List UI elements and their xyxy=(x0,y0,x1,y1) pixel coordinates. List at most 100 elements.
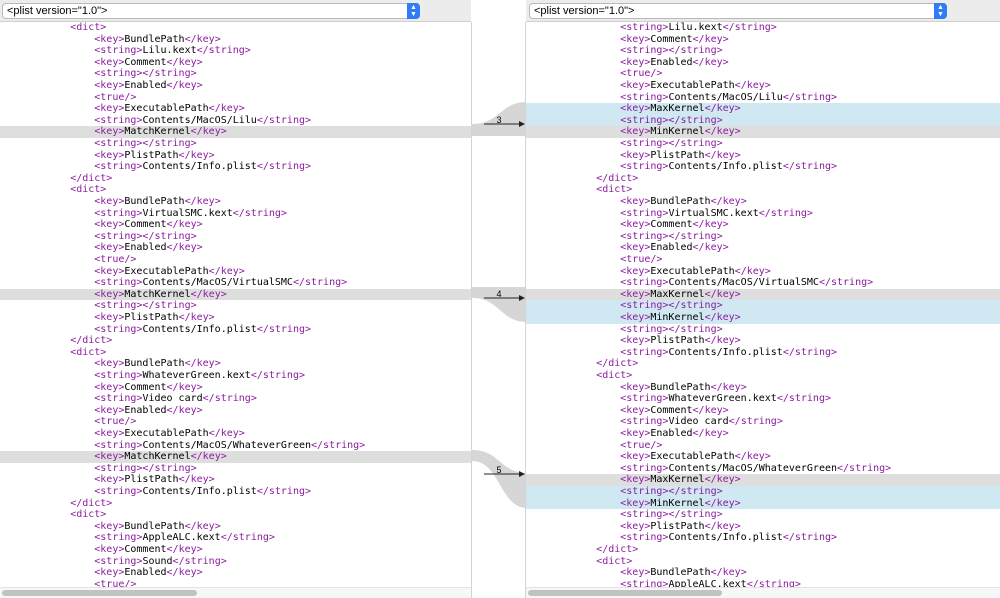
left-scroll-thumb[interactable] xyxy=(2,590,197,596)
code-line[interactable]: <key>Enabled</key> xyxy=(0,80,471,92)
code-line[interactable]: <string>Contents/Info.plist</string> xyxy=(526,161,1000,173)
code-line[interactable]: <string>Contents/MacOS/VirtualSMC</strin… xyxy=(526,277,1000,289)
code-line[interactable]: <string>AppleALC.kext</string> xyxy=(526,579,1000,587)
code-line[interactable]: <key>MinKernel</key> xyxy=(526,126,1000,138)
code-line[interactable]: <string></string> xyxy=(526,509,1000,521)
code-line[interactable]: <key>Comment</key> xyxy=(0,57,471,69)
code-line[interactable]: <string>Contents/MacOS/Lilu</string> xyxy=(0,115,471,127)
code-line[interactable]: <string></string> xyxy=(526,114,1000,127)
code-line[interactable]: <key>PlistPath</key> xyxy=(0,150,471,162)
code-line[interactable]: <true/> xyxy=(526,440,1000,452)
code-line[interactable]: <true/> xyxy=(0,579,471,587)
code-line[interactable]: <key>BundlePath</key> xyxy=(526,567,1000,579)
code-line[interactable]: <key>Comment</key> xyxy=(526,34,1000,46)
code-line[interactable]: <string></string> xyxy=(0,138,471,150)
code-line[interactable]: <key>ExecutablePath</key> xyxy=(0,103,471,115)
code-line[interactable]: </dict> xyxy=(0,173,471,185)
code-line[interactable]: <key>BundlePath</key> xyxy=(0,196,471,208)
code-line[interactable]: <dict> xyxy=(0,509,471,521)
code-line[interactable]: <key>MatchKernel</key> xyxy=(0,288,471,301)
code-line[interactable]: <string></string> xyxy=(526,300,1000,312)
code-line[interactable]: <string>VirtualSMC.kext</string> xyxy=(526,208,1000,220)
code-line[interactable]: <string>Contents/Info.plist</string> xyxy=(0,324,471,336)
code-line[interactable]: <key>PlistPath</key> xyxy=(0,312,471,324)
code-line[interactable]: <string></string> xyxy=(526,45,1000,57)
code-line[interactable]: <dict> xyxy=(526,556,1000,568)
code-line[interactable]: <key>MaxKernel</key> xyxy=(526,474,1000,486)
code-line[interactable]: <string>Video card</string> xyxy=(0,393,471,405)
code-line[interactable]: <key>BundlePath</key> xyxy=(526,382,1000,394)
code-line[interactable]: <string>Contents/Info.plist</string> xyxy=(0,161,471,173)
code-line[interactable]: <string>Contents/MacOS/Lilu</string> xyxy=(526,92,1000,104)
code-line[interactable]: <string>Contents/Info.plist</string> xyxy=(526,347,1000,359)
left-horizontal-scrollbar[interactable] xyxy=(0,587,471,598)
code-line[interactable]: <key>MinKernel</key> xyxy=(526,312,1000,324)
code-line[interactable]: <key>MatchKernel</key> xyxy=(0,126,471,138)
code-line[interactable]: <key>MinKernel</key> xyxy=(526,497,1000,510)
code-line[interactable]: <key>ExecutablePath</key> xyxy=(526,80,1000,92)
code-line[interactable]: <dict> xyxy=(0,184,471,196)
code-line[interactable]: <key>Comment</key> xyxy=(0,382,471,394)
code-line[interactable]: <key>BundlePath</key> xyxy=(526,196,1000,208)
code-line[interactable]: <string>WhateverGreen.kext</string> xyxy=(0,370,471,382)
code-line[interactable]: <dict> xyxy=(526,184,1000,196)
code-line[interactable]: <string>Sound</string> xyxy=(0,556,471,568)
code-line[interactable]: <string>Contents/Info.plist</string> xyxy=(0,486,471,498)
code-line[interactable]: <key>MaxKernel</key> xyxy=(526,103,1000,115)
left-section-select[interactable]: <plist version="1.0"> ▲ ▼ xyxy=(2,3,420,19)
code-line[interactable]: <true/> xyxy=(526,68,1000,80)
code-line[interactable]: <key>Comment</key> xyxy=(0,544,471,556)
code-line[interactable]: <string>Video card</string> xyxy=(526,416,1000,428)
code-line[interactable]: <string>AppleALC.kext</string> xyxy=(0,532,471,544)
code-line[interactable]: <string></string> xyxy=(526,138,1000,150)
code-line[interactable]: <key>MaxKernel</key> xyxy=(526,288,1000,301)
code-line[interactable]: <string>VirtualSMC.kext</string> xyxy=(0,208,471,220)
code-line[interactable]: <key>BundlePath</key> xyxy=(0,34,471,46)
code-line[interactable]: <key>ExecutablePath</key> xyxy=(526,266,1000,278)
code-line[interactable]: <key>PlistPath</key> xyxy=(526,150,1000,162)
code-line[interactable]: <key>Enabled</key> xyxy=(526,428,1000,440)
code-line[interactable]: <string></string> xyxy=(526,486,1000,498)
code-line[interactable]: <key>Comment</key> xyxy=(526,219,1000,231)
code-line[interactable]: <key>Comment</key> xyxy=(0,219,471,231)
right-file-pane[interactable]: <string>Lilu.kext</string> <key>Comment</… xyxy=(526,22,1000,587)
code-line[interactable]: <key>Comment</key> xyxy=(526,405,1000,417)
code-line[interactable]: <key>Enabled</key> xyxy=(526,242,1000,254)
code-line[interactable]: <key>Enabled</key> xyxy=(0,242,471,254)
code-line[interactable]: <key>MatchKernel</key> xyxy=(0,451,471,463)
code-line[interactable]: <string></string> xyxy=(0,68,471,80)
code-line[interactable]: <key>PlistPath</key> xyxy=(526,335,1000,347)
code-line[interactable]: <dict> xyxy=(0,347,471,359)
code-line[interactable]: <key>Enabled</key> xyxy=(526,57,1000,69)
code-line[interactable]: <string>Lilu.kext</string> xyxy=(526,22,1000,34)
code-line[interactable]: <string></string> xyxy=(0,463,471,475)
code-line[interactable]: <true/> xyxy=(526,254,1000,266)
code-line[interactable]: <key>PlistPath</key> xyxy=(526,521,1000,533)
code-line[interactable]: <key>Enabled</key> xyxy=(0,567,471,579)
code-line[interactable]: <string>Contents/MacOS/WhateverGreen</st… xyxy=(0,440,471,452)
code-line[interactable]: <string>Contents/MacOS/VirtualSMC</strin… xyxy=(0,277,471,289)
code-line[interactable]: <dict> xyxy=(526,370,1000,382)
code-line[interactable]: <dict> xyxy=(0,22,471,34)
code-line[interactable]: <key>ExecutablePath</key> xyxy=(526,451,1000,463)
code-line[interactable]: <key>BundlePath</key> xyxy=(0,521,471,533)
code-line[interactable]: <key>ExecutablePath</key> xyxy=(0,266,471,278)
code-line[interactable]: </dict> xyxy=(0,498,471,510)
code-line[interactable]: <string>Contents/MacOS/WhateverGreen</st… xyxy=(526,463,1000,475)
code-line[interactable]: <true/> xyxy=(0,254,471,266)
code-line[interactable]: </dict> xyxy=(526,173,1000,185)
right-scroll-thumb[interactable] xyxy=(528,590,722,596)
code-line[interactable]: </dict> xyxy=(0,335,471,347)
code-line[interactable]: <string></string> xyxy=(526,231,1000,243)
code-line[interactable]: <key>BundlePath</key> xyxy=(0,358,471,370)
code-line[interactable]: <key>Enabled</key> xyxy=(0,405,471,417)
code-line[interactable]: </dict> xyxy=(526,358,1000,370)
code-line[interactable]: <true/> xyxy=(0,416,471,428)
code-line[interactable]: <string>Contents/Info.plist</string> xyxy=(526,532,1000,544)
code-line[interactable]: <string></string> xyxy=(0,231,471,243)
code-line[interactable]: <string></string> xyxy=(526,324,1000,336)
right-section-select[interactable]: <plist version="1.0"> ▲ ▼ xyxy=(529,3,947,19)
code-line[interactable]: <key>PlistPath</key> xyxy=(0,474,471,486)
code-line[interactable]: </dict> xyxy=(526,544,1000,556)
code-line[interactable]: <key>ExecutablePath</key> xyxy=(0,428,471,440)
